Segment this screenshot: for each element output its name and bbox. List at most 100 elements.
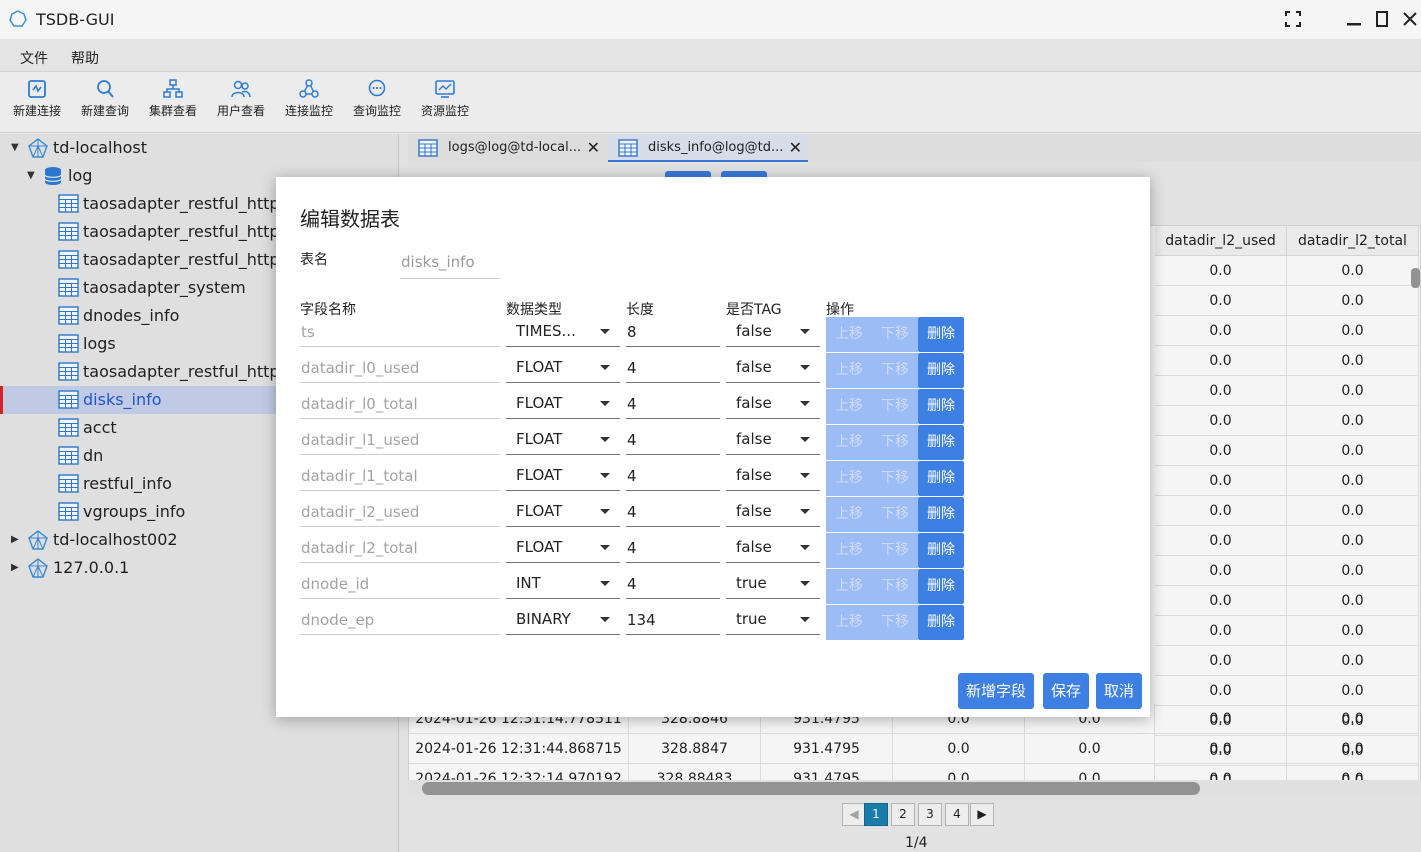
field-name-input[interactable]: datadir_l2_used <box>300 501 500 527</box>
query-monitor-button[interactable]: 查询监控 <box>345 78 409 119</box>
field-name-input[interactable]: datadir_l1_total <box>300 465 500 491</box>
cluster-view-button[interactable]: 集群查看 <box>141 78 205 119</box>
field-length-input[interactable]: 134 <box>626 609 720 635</box>
move-down-button-value: 下移 <box>881 326 909 342</box>
field-name-input[interactable]: datadir_l0_total <box>300 393 500 419</box>
field-name-input[interactable]: ts <box>300 321 500 347</box>
save-button[interactable]: 保存 <box>1043 673 1089 709</box>
field-length-input-value: 4 <box>627 395 637 413</box>
delete-field-button[interactable]: 删除 <box>918 497 964 532</box>
field-length-input[interactable]: 4 <box>626 465 720 491</box>
connection-monitor-button[interactable]: 连接监控 <box>277 78 341 119</box>
new-connection-button[interactable]: 新建连接 <box>5 78 69 119</box>
dropdown-caret-icon <box>600 473 610 478</box>
menu-help[interactable]: 帮助 <box>71 48 99 68</box>
move-down-button[interactable]: 下移 <box>872 497 918 532</box>
field-type-select[interactable]: FLOAT <box>506 533 620 563</box>
move-down-button[interactable]: 下移 <box>872 389 918 424</box>
field-length-input[interactable]: 8 <box>626 321 720 347</box>
field-tag-select[interactable]: false <box>726 461 820 491</box>
field-length-input-value: 4 <box>627 431 637 449</box>
fullscreen-icon[interactable] <box>1284 10 1302 28</box>
resource-monitor-button[interactable]: 资源监控 <box>413 78 477 119</box>
delete-field-button[interactable]: 删除 <box>918 425 964 460</box>
dropdown-caret-icon <box>800 581 810 586</box>
field-tag-select-value: false <box>736 394 772 412</box>
maximize-icon[interactable] <box>1373 10 1391 28</box>
move-up-button[interactable]: 上移 <box>826 353 872 388</box>
minimize-icon[interactable] <box>1345 10 1363 28</box>
field-length-input[interactable]: 4 <box>626 429 720 455</box>
field-tag-select[interactable]: true <box>726 605 820 635</box>
field-length-input[interactable]: 4 <box>626 573 720 599</box>
field-type-select[interactable]: TIMES... <box>506 317 620 347</box>
move-down-button[interactable]: 下移 <box>872 533 918 568</box>
user-view-button[interactable]: 用户查看 <box>209 78 273 119</box>
field-type-select[interactable]: FLOAT <box>506 497 620 527</box>
move-up-button[interactable]: 上移 <box>826 317 872 352</box>
add-field-button[interactable]: 新增字段 <box>958 673 1034 709</box>
move-up-button[interactable]: 上移 <box>826 533 872 568</box>
field-length-input[interactable]: 4 <box>626 357 720 383</box>
field-length-input[interactable]: 4 <box>626 501 720 527</box>
dialog-title: 编辑数据表 <box>300 207 400 231</box>
field-type-select[interactable]: FLOAT <box>506 353 620 383</box>
field-type-select[interactable]: FLOAT <box>506 461 620 491</box>
field-name-input-value: datadir_l1_used <box>301 431 420 449</box>
field-tag-select-value: true <box>736 610 767 628</box>
user-view-label: 用户查看 <box>216 104 265 118</box>
cluster-icon <box>163 79 183 98</box>
field-tag-select[interactable]: false <box>726 317 820 347</box>
move-down-button[interactable]: 下移 <box>872 605 918 640</box>
move-up-button-value: 上移 <box>835 362 863 378</box>
table-name-input[interactable]: disks_info <box>400 253 500 279</box>
close-window-icon[interactable] <box>1401 10 1419 28</box>
move-up-button[interactable]: 上移 <box>826 569 872 604</box>
col-header-data-type: 数据类型 <box>506 302 562 318</box>
cancel-button[interactable]: 取消 <box>1096 673 1142 709</box>
resource-monitor-label: 资源监控 <box>420 104 469 118</box>
field-tag-select[interactable]: false <box>726 497 820 527</box>
delete-field-button[interactable]: 删除 <box>918 533 964 568</box>
field-type-select-value: FLOAT <box>516 394 563 412</box>
field-tag-select[interactable]: false <box>726 533 820 563</box>
move-down-button[interactable]: 下移 <box>872 425 918 460</box>
field-name-input-value: dnode_ep <box>301 611 375 629</box>
field-name-input[interactable]: datadir_l0_used <box>300 357 500 383</box>
move-down-button-value: 下移 <box>881 362 909 378</box>
delete-field-button[interactable]: 删除 <box>918 317 964 352</box>
field-name-input[interactable]: datadir_l2_total <box>300 537 500 563</box>
move-up-button[interactable]: 上移 <box>826 605 872 640</box>
delete-field-button[interactable]: 删除 <box>918 353 964 388</box>
move-up-button-value: 上移 <box>835 434 863 450</box>
menu-file[interactable]: 文件 <box>20 48 48 68</box>
title-bar: TSDB-GUI <box>0 0 1421 40</box>
delete-field-button[interactable]: 删除 <box>918 605 964 640</box>
field-type-select[interactable]: FLOAT <box>506 425 620 455</box>
field-name-input[interactable]: datadir_l1_used <box>300 429 500 455</box>
field-type-select[interactable]: INT <box>506 569 620 599</box>
new-connection-icon <box>28 80 46 98</box>
delete-field-button[interactable]: 删除 <box>918 461 964 496</box>
move-down-button[interactable]: 下移 <box>872 353 918 388</box>
field-name-input[interactable]: dnode_ep <box>300 609 500 635</box>
field-tag-select[interactable]: false <box>726 353 820 383</box>
field-type-select[interactable]: BINARY <box>506 605 620 635</box>
field-length-input[interactable]: 4 <box>626 393 720 419</box>
field-tag-select[interactable]: false <box>726 389 820 419</box>
field-tag-select[interactable]: true <box>726 569 820 599</box>
field-type-select[interactable]: FLOAT <box>506 389 620 419</box>
move-down-button[interactable]: 下移 <box>872 461 918 496</box>
delete-field-button[interactable]: 删除 <box>918 389 964 424</box>
field-length-input[interactable]: 4 <box>626 537 720 563</box>
move-up-button[interactable]: 上移 <box>826 461 872 496</box>
move-down-button[interactable]: 下移 <box>872 317 918 352</box>
move-up-button[interactable]: 上移 <box>826 425 872 460</box>
field-name-input[interactable]: dnode_id <box>300 573 500 599</box>
move-down-button[interactable]: 下移 <box>872 569 918 604</box>
field-tag-select[interactable]: false <box>726 425 820 455</box>
move-up-button[interactable]: 上移 <box>826 389 872 424</box>
delete-field-button[interactable]: 删除 <box>918 569 964 604</box>
move-up-button[interactable]: 上移 <box>826 497 872 532</box>
new-query-button[interactable]: 新建查询 <box>73 78 137 119</box>
